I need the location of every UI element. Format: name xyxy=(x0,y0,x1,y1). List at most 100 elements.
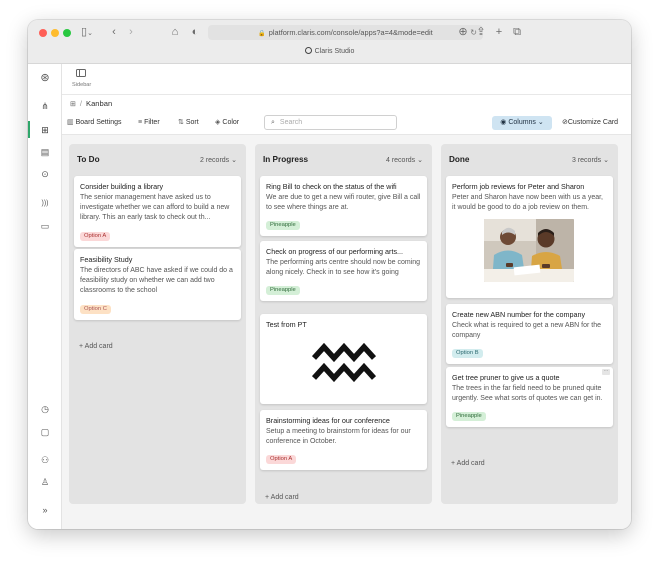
column-record-count[interactable]: 4 records ⌄ xyxy=(386,156,423,164)
chevron-down-icon: ⌄ xyxy=(535,119,544,126)
card-title: Get tree pruner to give us a quote xyxy=(452,373,560,382)
share-icon[interactable]: ⇪ xyxy=(474,25,488,39)
card-tag: Pineapple xyxy=(452,412,486,422)
search-placeholder: Search xyxy=(279,119,303,126)
record-count-text: 2 records xyxy=(199,157,230,164)
kanban-card[interactable]: Create new ABN number for the company Ch… xyxy=(446,304,613,365)
kanban-card[interactable]: Perform job reviews for Peter and Sharon… xyxy=(446,176,613,298)
browser-titlebar: ▯⌄ ‹ › ⌂ ◐ 🔒 platform.claris.com/console/… xyxy=(28,20,631,64)
tab-title[interactable]: Claris Studio xyxy=(28,47,631,55)
column-in-progress: In Progress 4 records ⌄ Ring Bill to che… xyxy=(255,144,432,504)
column-title: Done xyxy=(449,155,470,164)
back-icon[interactable]: ‹ xyxy=(108,25,120,39)
kanban-card[interactable]: Feasibility Study The directors of ABC h… xyxy=(74,249,241,320)
card-description: Setup a meeting to brainstorm for ideas … xyxy=(266,428,411,446)
kanban-card[interactable]: ··· Get tree pruner to give us a quote T… xyxy=(446,367,613,428)
share-nodes-icon[interactable]: ⋔ xyxy=(28,100,62,112)
book-icon: ▥ xyxy=(67,119,74,126)
add-card-button[interactable]: + Add card xyxy=(451,460,485,467)
card-tag: Pineapple xyxy=(266,286,300,296)
tabs-overview-icon[interactable]: ⧉ xyxy=(510,25,524,39)
kanban-card[interactable]: Brainstorming ideas for our conference S… xyxy=(260,410,427,471)
record-count-text: 3 records xyxy=(571,157,602,164)
card-title: Consider building a library xyxy=(80,182,164,191)
sort-icon: ⇅ xyxy=(178,119,184,126)
board-settings-button[interactable]: ▥ Board Settings xyxy=(67,116,122,130)
card-description: Peter and Sharon have now been with us a… xyxy=(452,194,603,212)
board-toolbar: ▥ Board Settings ≡ Filter ⇅ Sort ◈ Color ⌕ Se… xyxy=(62,112,631,135)
sidebar-label: Sidebar xyxy=(72,82,92,88)
customize-card-button[interactable]: ⊘Customize Card xyxy=(562,116,618,130)
home-icon[interactable]: ⌂ xyxy=(168,25,182,39)
breadcrumb: ⊞ / Kanban xyxy=(62,95,631,112)
color-label: Color xyxy=(222,119,240,126)
sidebar-toggle-icon[interactable]: ▯⌄ xyxy=(78,25,96,39)
card-title: Test from PT xyxy=(266,320,307,329)
people-photo-image xyxy=(484,219,574,283)
sidebar-header: Sidebar xyxy=(62,64,631,95)
new-tab-icon[interactable]: + xyxy=(492,25,506,39)
card-title: Create new ABN number for the company xyxy=(452,310,586,319)
address-bar[interactable]: 🔒 platform.claris.com/console/apps?a=4&mo… xyxy=(208,25,483,40)
card-description: Check what is required to get a new ABN … xyxy=(452,322,602,340)
sidebar-toggle-icon[interactable] xyxy=(76,69,86,77)
forward-icon[interactable]: › xyxy=(125,25,137,39)
chat-icon[interactable]: ▢ xyxy=(28,426,62,438)
kanban-card[interactable]: Check on progress of our performing arts… xyxy=(260,241,427,302)
card-tag: Option B xyxy=(452,349,483,359)
user-icon[interactable]: ♙ xyxy=(28,476,62,488)
kanban-card[interactable]: Test from PT xyxy=(260,314,427,404)
rss-icon[interactable]: ))) xyxy=(28,198,62,210)
card-description: We are due to get a new wifi router, giv… xyxy=(266,194,421,212)
columns-label: Columns xyxy=(508,119,536,126)
lock-icon: 🔒 xyxy=(258,31,266,37)
filter-icon: ≡ xyxy=(138,119,143,126)
browser-window-icon[interactable]: ▭ xyxy=(28,220,62,232)
clock-icon[interactable]: ◷ xyxy=(28,403,62,415)
search-input[interactable]: ⌕ Search xyxy=(264,115,397,130)
page-title: Kanban xyxy=(86,99,113,108)
board-settings-label: Board Settings xyxy=(75,119,122,126)
columns-button[interactable]: ◉ Columns ⌄ xyxy=(492,116,552,130)
card-menu-icon[interactable]: ··· xyxy=(602,369,610,375)
kanban-card[interactable]: Consider building a library The senior m… xyxy=(74,176,241,247)
card-title: Perform job reviews for Peter and Sharon xyxy=(452,182,585,191)
color-button[interactable]: ◈ Color xyxy=(215,116,239,130)
customize-card-label: Customize Card xyxy=(567,119,619,126)
sort-button[interactable]: ⇅ Sort xyxy=(178,116,199,130)
url-text: platform.claris.com/console/apps?a=4&mod… xyxy=(268,28,433,37)
kanban-board: To Do 2 records ⌄ Consider building a li… xyxy=(62,135,631,529)
id-card-icon[interactable]: ▤ xyxy=(28,146,62,158)
filter-label: Filter xyxy=(144,119,160,126)
breadcrumb-separator: / xyxy=(79,99,82,108)
column-title: To Do xyxy=(77,155,100,164)
add-card-button[interactable]: + Add card xyxy=(265,494,299,501)
close-window-button[interactable] xyxy=(39,29,47,37)
record-count-text: 4 records xyxy=(385,157,416,164)
claris-logo-icon[interactable]: ⊛ xyxy=(28,72,62,84)
column-record-count[interactable]: 3 records ⌄ xyxy=(572,156,609,164)
dollar-circle-icon[interactable]: ⊙ xyxy=(28,168,62,180)
card-title: Feasibility Study xyxy=(80,255,133,264)
expand-icon[interactable]: » xyxy=(28,504,62,516)
column-title: In Progress xyxy=(263,155,309,164)
card-description: The directors of ABC have asked if we co… xyxy=(80,267,233,295)
minimize-window-button[interactable] xyxy=(51,29,59,37)
card-tag: Option C xyxy=(80,304,111,314)
paint-bucket-icon: ◈ xyxy=(215,119,221,126)
download-icon[interactable]: ⊕ xyxy=(456,25,470,39)
column-record-count[interactable]: 2 records ⌄ xyxy=(200,156,237,164)
filter-button[interactable]: ≡ Filter xyxy=(138,116,160,130)
card-tag: Option A xyxy=(266,455,297,465)
shield-icon[interactable]: ◐ xyxy=(188,25,202,39)
column-done: Done 3 records ⌄ Perform job reviews for… xyxy=(441,144,618,504)
grid-icon[interactable]: ⊞ xyxy=(28,124,62,136)
add-card-button[interactable]: + Add card xyxy=(79,343,113,350)
card-title: Brainstorming ideas for our conference xyxy=(266,416,390,425)
kanban-card[interactable]: Ring Bill to check on the status of the … xyxy=(260,176,427,237)
zoom-window-button[interactable] xyxy=(63,29,71,37)
users-icon[interactable]: ⚇ xyxy=(28,454,62,466)
column-to-do: To Do 2 records ⌄ Consider building a li… xyxy=(69,144,246,504)
browser-window: ▯⌄ ‹ › ⌂ ◐ 🔒 platform.claris.com/console/… xyxy=(28,20,631,529)
aquarius-icon xyxy=(311,342,376,383)
